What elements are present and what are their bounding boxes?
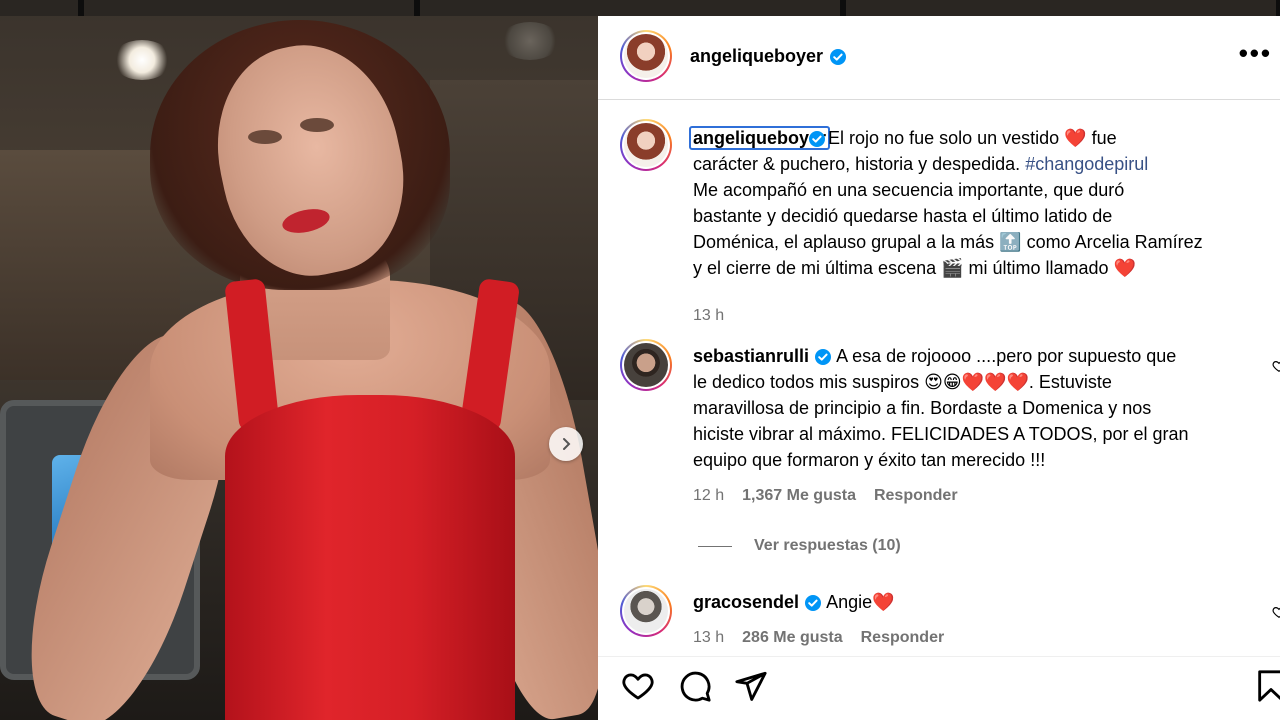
more-options-button[interactable]: ••• xyxy=(1239,38,1272,69)
like-comment-icon[interactable] xyxy=(1272,605,1280,619)
ceiling-vent xyxy=(500,22,560,60)
post-caption: angeliqueboyer El rojo no fue solo un ves… xyxy=(598,119,1280,329)
comment-likes[interactable]: 286 Me gusta xyxy=(742,629,842,647)
post-media[interactable] xyxy=(0,0,598,720)
next-media-button[interactable] xyxy=(549,427,583,461)
more-icon: ••• xyxy=(1238,38,1272,68)
author-avatar[interactable] xyxy=(620,30,672,82)
hashtag-link[interactable]: #changodepirul xyxy=(1025,154,1148,174)
caption-time[interactable]: 13 h xyxy=(693,307,724,325)
verified-icon xyxy=(830,48,847,65)
caption-text: angeliqueboyer El rojo no fue solo un ves… xyxy=(689,125,1266,281)
comment-line: le dedico todos mis suspiros 😍😁❤️❤️❤️. E… xyxy=(693,372,1112,392)
commenter-avatar[interactable] xyxy=(620,585,672,637)
commenter-username[interactable]: sebastianrulli xyxy=(693,346,809,366)
bookmark-icon[interactable] xyxy=(1254,669,1280,703)
comment-text: sebastianrulli A esa de rojoooo ....pero… xyxy=(693,343,1266,473)
person-eye xyxy=(248,130,282,144)
ceiling-light xyxy=(112,40,172,80)
caption-line: Me acompañó en una secuencia importante,… xyxy=(693,180,1125,200)
caption-avatar[interactable] xyxy=(620,119,672,171)
comment-text: gracosendel Angie❤️ xyxy=(693,589,1266,615)
view-replies-button[interactable]: Ver respuestas (10) xyxy=(698,537,901,555)
comment-item: gracosendel Angie❤️ 13 h 286 Me gusta Re… xyxy=(598,585,1280,656)
comment-item: sebastianrulli A esa de rojoooo ....pero… xyxy=(598,339,1280,579)
action-bar xyxy=(598,656,1280,720)
commenter-username[interactable]: gracosendel xyxy=(693,592,799,612)
like-comment-icon[interactable] xyxy=(1272,359,1280,373)
reply-button[interactable]: Responder xyxy=(861,629,945,647)
red-dress xyxy=(225,395,515,720)
commenter-avatar[interactable] xyxy=(620,339,672,391)
comment-time[interactable]: 13 h xyxy=(693,629,724,647)
verified-icon xyxy=(805,595,822,612)
comment-line: equipo que formaron y éxito tan merecido… xyxy=(693,450,1046,470)
comment-likes[interactable]: 1,367 Me gusta xyxy=(742,487,856,505)
share-icon[interactable] xyxy=(734,669,768,703)
top-strip xyxy=(0,0,1280,16)
caption-meta: 13 h xyxy=(693,307,724,325)
comment-line: Angie❤️ xyxy=(826,592,895,612)
caption-line: carácter & puchero, historia y despedida… xyxy=(693,154,1026,174)
caption-line: y el cierre de mi última escena 🎬 mi últ… xyxy=(693,258,1136,278)
comment-line: A esa de rojoooo ....pero por supuesto q… xyxy=(836,346,1177,366)
replies-divider xyxy=(698,545,732,547)
verified-icon xyxy=(815,349,832,366)
comment-line: hiciste vibrar al máximo. FELICIDADES A … xyxy=(693,424,1189,444)
caption-line: Doménica, el aplauso grupal a la más 🔝 c… xyxy=(693,232,1203,252)
comment-icon[interactable] xyxy=(678,669,712,703)
person-eye xyxy=(300,118,334,132)
view-replies-label: Ver respuestas (10) xyxy=(754,537,901,554)
chevron-right-icon xyxy=(563,438,571,450)
comment-meta: 12 h 1,367 Me gusta Responder xyxy=(693,487,958,505)
comments-list[interactable]: angeliqueboyer El rojo no fue solo un ves… xyxy=(598,101,1280,656)
caption-line: bastante y decidió quedarse hasta el últ… xyxy=(693,206,1113,226)
caption-line: El rojo no fue solo un vestido ❤️ fue xyxy=(828,128,1117,148)
reply-button[interactable]: Responder xyxy=(874,487,958,505)
verified-icon xyxy=(809,131,826,148)
heart-icon[interactable] xyxy=(620,669,656,703)
post-header: angeliqueboyer ••• xyxy=(598,16,1280,100)
post-panel: angeliqueboyer ••• angeliqueboyer El rojo… xyxy=(598,16,1280,720)
comment-meta: 13 h 286 Me gusta Responder xyxy=(693,629,944,647)
author-username[interactable]: angeliqueboyer xyxy=(690,46,823,67)
comment-line: maravillosa de principio a fin. Bordaste… xyxy=(693,398,1152,418)
comment-time[interactable]: 12 h xyxy=(693,487,724,505)
